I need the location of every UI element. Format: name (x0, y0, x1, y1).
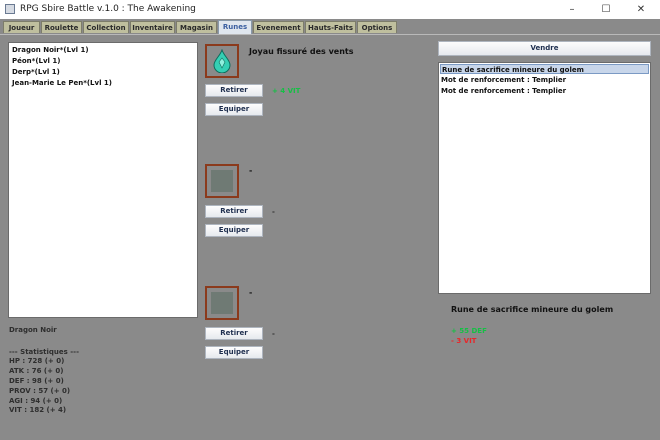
slot-2-rune-name: - (249, 166, 253, 175)
stat-def: DEF : 98 (+ 0) (9, 377, 64, 385)
slot-2-bonus: - (272, 208, 275, 216)
tab-roulette[interactable]: Roulette (41, 21, 82, 33)
slot-3-remove-button[interactable]: Retirer (205, 327, 263, 340)
stat-atk: ATK : 76 (+ 0) (9, 367, 64, 375)
tab-options[interactable]: Options (357, 21, 397, 33)
rune-detail-name: Rune de sacrifice mineure du golem (451, 305, 614, 314)
close-button[interactable]: ✕ (626, 0, 656, 19)
tab-evenement[interactable]: Evenement (253, 21, 304, 33)
tab-joueur[interactable]: Joueur (3, 21, 40, 33)
list-item[interactable]: Mot de renforcement : Templier (440, 75, 649, 85)
slot-3-equip-button[interactable]: Equiper (205, 346, 263, 359)
stat-prov: PROV : 57 (+ 0) (9, 387, 71, 395)
list-item[interactable]: Mot de renforcement : Templier (440, 86, 649, 96)
slot-2-equip-button[interactable]: Equiper (205, 224, 263, 237)
list-item[interactable]: Derp*(Lvl 1) (12, 68, 60, 76)
selected-character-name: Dragon Noir (9, 326, 57, 334)
slot-3-rune-name: - (249, 288, 253, 297)
window-title: RPG Sbire Battle v.1.0 : The Awakening (20, 4, 196, 14)
slot-1-remove-button[interactable]: Retirer (205, 84, 263, 97)
tab-bar: Joueur Roulette Collection Inventaire Ma… (0, 19, 660, 35)
list-item[interactable]: Jean-Marie Le Pen*(Lvl 1) (12, 79, 112, 87)
rune-list[interactable]: Rune de sacrifice mineure du golem Mot d… (438, 62, 651, 294)
rune-slot-1[interactable] (205, 44, 239, 78)
rune-slot-2[interactable] (205, 164, 239, 198)
tab-runes[interactable]: Runes (218, 20, 252, 34)
stat-agi: AGI : 94 (+ 0) (9, 397, 63, 405)
stats-header: --- Statistiques --- (9, 348, 79, 356)
slot-1-bonus: + 4 VIT (272, 87, 301, 95)
tab-inventaire[interactable]: Inventaire (130, 21, 175, 33)
slot-1-rune-name: Joyau fissuré des vents (249, 47, 354, 56)
slot-3-bonus: - (272, 330, 275, 338)
maximize-button[interactable]: ☐ (591, 0, 621, 19)
empty-slot (211, 292, 233, 314)
list-item[interactable]: Péon*(Lvl 1) (12, 57, 60, 65)
tab-collection[interactable]: Collection (83, 21, 129, 33)
list-item[interactable]: Dragon Noir*(Lvl 1) (12, 46, 89, 54)
sell-button[interactable]: Vendre (438, 41, 651, 56)
rune-slot-3[interactable] (205, 286, 239, 320)
slot-2-remove-button[interactable]: Retirer (205, 205, 263, 218)
teal-drop-gem-icon (213, 49, 231, 73)
rune-detail-bonus: + 55 DEF (451, 327, 487, 335)
empty-slot (211, 170, 233, 192)
tab-magasin[interactable]: Magasin (176, 21, 217, 33)
rune-detail-malus: - 3 VIT (451, 337, 477, 345)
slot-1-equip-button[interactable]: Equiper (205, 103, 263, 116)
list-item[interactable]: Rune de sacrifice mineure du golem (440, 64, 649, 74)
character-list[interactable]: Dragon Noir*(Lvl 1) Péon*(Lvl 1) Derp*(L… (8, 42, 198, 318)
tab-hauts-faits[interactable]: Hauts-Faits (305, 21, 356, 33)
app-icon (5, 4, 15, 14)
stat-hp: HP : 728 (+ 0) (9, 357, 65, 365)
stat-vit: VIT : 182 (+ 4) (9, 406, 67, 414)
minimize-button[interactable]: – (557, 0, 587, 19)
title-bar: RPG Sbire Battle v.1.0 : The Awakening –… (0, 0, 660, 20)
